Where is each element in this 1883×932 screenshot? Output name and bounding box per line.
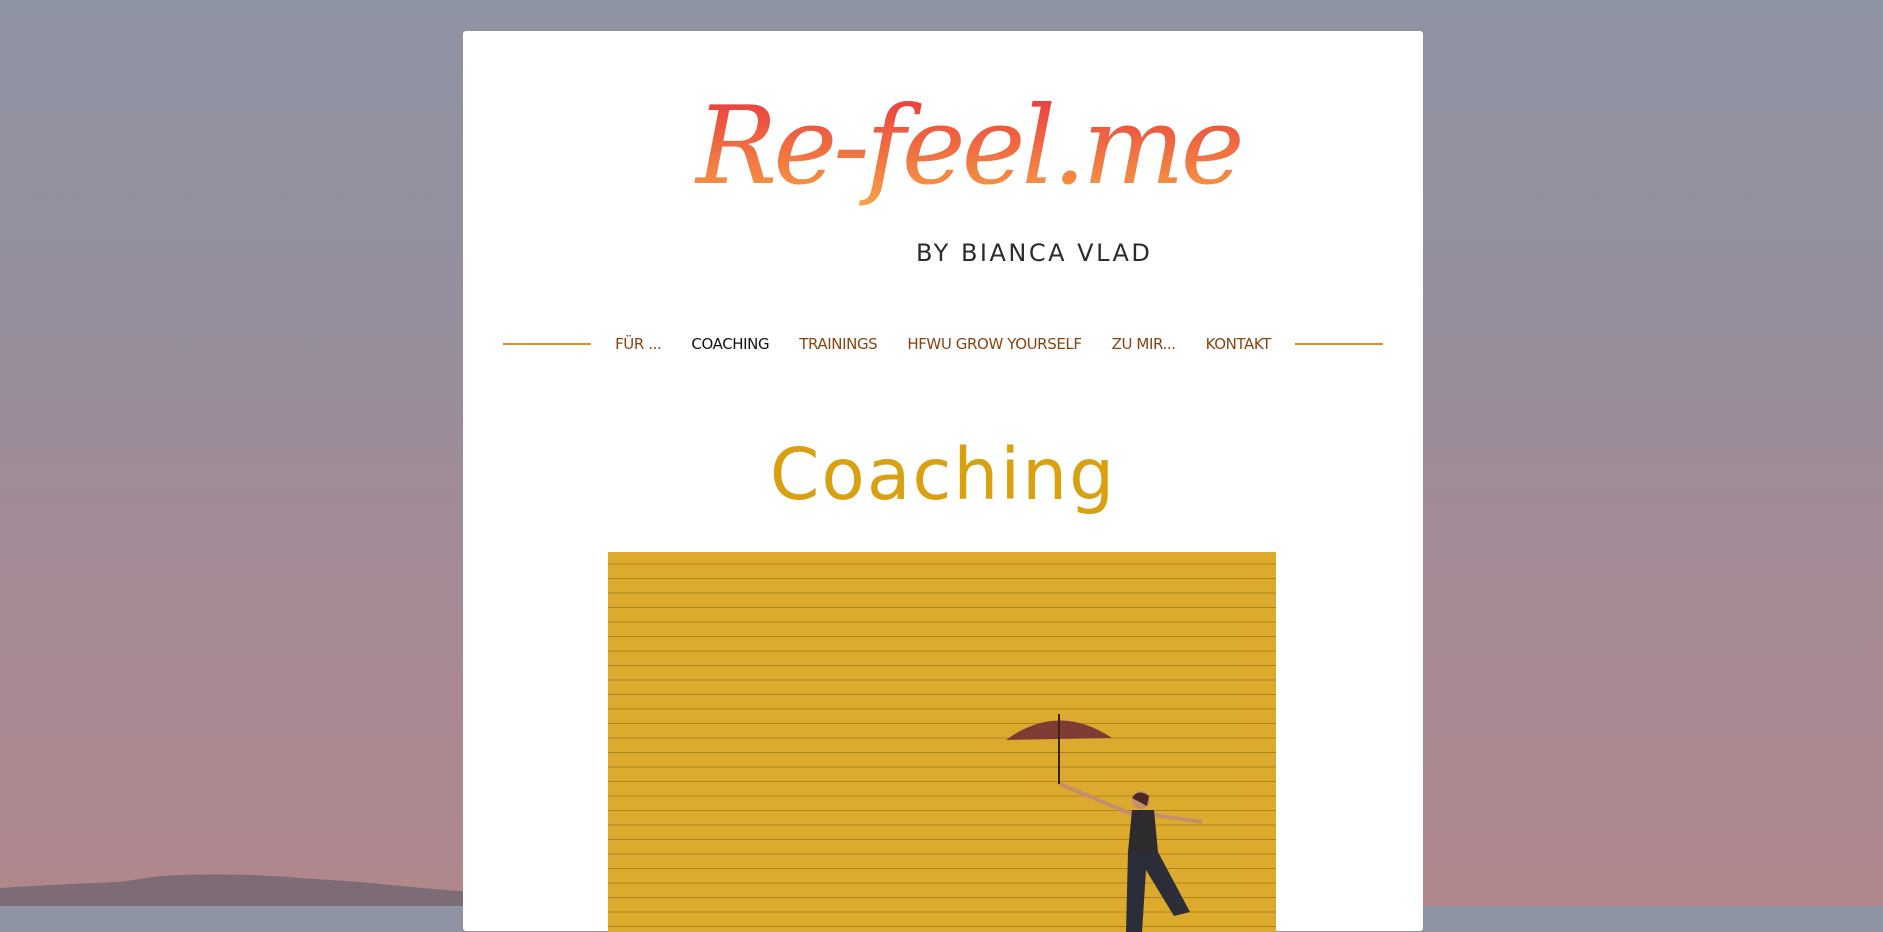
main-navigation: FÜR ... COACHING TRAININGS HFWU GROW YOU… [503, 327, 1383, 361]
page-title: Coaching [769, 433, 1117, 516]
background-mountain [0, 874, 470, 906]
woman-with-umbrella-photo [608, 552, 1276, 932]
hero-image [608, 552, 1276, 932]
nav-item-fuer[interactable]: FÜR ... [615, 335, 662, 353]
nav-divider-right [1295, 343, 1383, 345]
nav-divider-left [503, 343, 591, 345]
content-card: Re-feel.me BY BIANCA VLAD FÜR ... COACHI… [463, 31, 1423, 932]
nav-item-trainings[interactable]: TRAININGS [799, 335, 877, 353]
nav-item-coaching[interactable]: COACHING [691, 335, 769, 353]
logo-byline: BY BIANCA VLAD [916, 239, 1153, 267]
nav-item-zu-mir[interactable]: ZU MIR... [1112, 335, 1176, 353]
nav-menu: FÜR ... COACHING TRAININGS HFWU GROW YOU… [591, 335, 1295, 353]
yellow-wall [608, 552, 1276, 932]
nav-item-kontakt[interactable]: KONTAKT [1206, 335, 1272, 353]
logo-wordmark: Re-feel.me [694, 84, 1245, 209]
nav-item-hfwu-grow-yourself[interactable]: HFWU GROW YOURSELF [907, 335, 1082, 353]
site-logo[interactable]: Re-feel.me BY BIANCA VLAD [694, 73, 1245, 267]
logo-wordmark-text: Re-feel.me [694, 84, 1241, 209]
